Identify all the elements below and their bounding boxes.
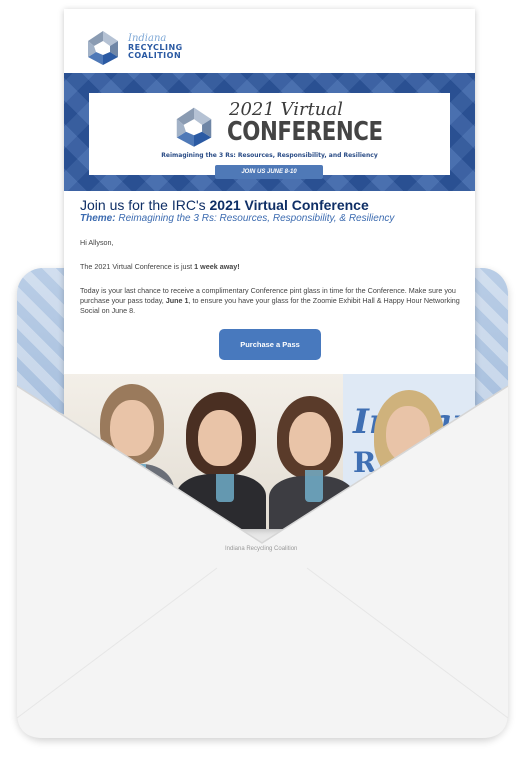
banner-title: CONFERENCE xyxy=(227,117,383,147)
banner-card: 2021 Virtual CONFERENCE Reimagining the … xyxy=(89,93,450,175)
banner-dates-badge: JOIN US JUNE 8-10 xyxy=(215,165,323,179)
theme-text: Reimagining the 3 Rs: Resources, Respons… xyxy=(115,213,395,224)
theme-label: Theme: xyxy=(80,213,116,224)
recycling-logo-icon xyxy=(84,27,122,67)
email-headline: Join us for the IRC's 2021 Virtual Confe… xyxy=(80,197,369,213)
photo-person-1 xyxy=(94,384,174,529)
logo-wordmark: Indiana RECYCLING COALITION xyxy=(128,34,183,60)
photo-person-2 xyxy=(176,392,266,529)
headline-prefix: Join us for the IRC's xyxy=(80,197,210,213)
purchase-pass-button[interactable]: Purchase a Pass xyxy=(219,329,321,360)
email-greeting: Hi Allyson, xyxy=(80,238,114,247)
irc-logo: Indiana RECYCLING COALITION xyxy=(84,25,183,69)
p1-prefix: The 2021 Virtual Conference is just xyxy=(80,262,195,271)
headline-bold: 2021 Virtual Conference xyxy=(209,197,369,213)
email-paragraph-1: The 2021 Virtual Conference is just 1 we… xyxy=(80,262,462,272)
p2-bold: June 1 xyxy=(165,296,189,305)
banner-subtitle: Reimagining the 3 Rs: Resources, Respons… xyxy=(161,152,378,159)
logo-line-coalition: COALITION xyxy=(128,51,182,60)
p1-bold: 1 week away! xyxy=(194,262,240,271)
photo-person-4 xyxy=(364,390,454,529)
team-photo: Indiana RECY xyxy=(64,374,475,529)
email-letter: Indiana RECYCLING COALITION 2021 Virtual… xyxy=(64,9,475,529)
conference-banner: 2021 Virtual CONFERENCE Reimagining the … xyxy=(64,73,475,191)
photo-person-3 xyxy=(269,396,355,529)
banner-recycling-icon xyxy=(169,103,219,154)
email-paragraph-2: Today is your last chance to receive a c… xyxy=(80,286,462,316)
envelope-return-address: Indiana Recycling Coalition xyxy=(225,546,298,552)
email-theme: Theme: Reimagining the 3 Rs: Resources, … xyxy=(80,213,394,224)
